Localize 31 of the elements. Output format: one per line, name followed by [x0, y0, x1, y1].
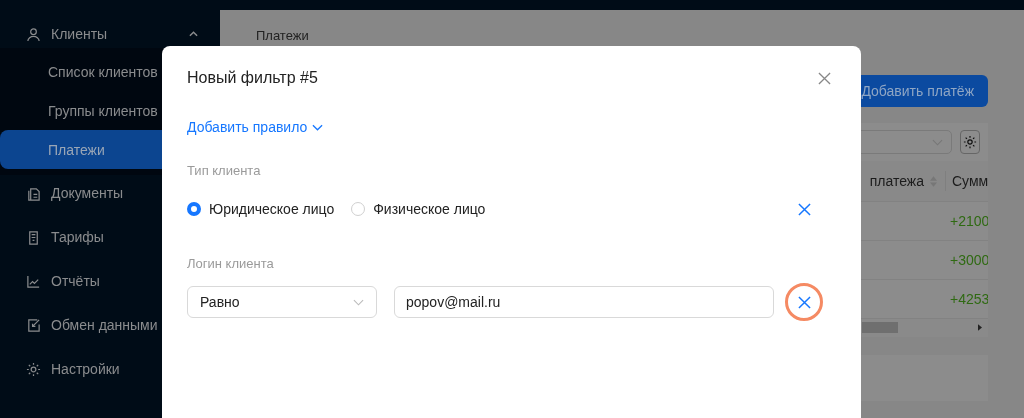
menu-item[interactable]: Тарифы [0, 223, 220, 251]
chevron-icon [353, 298, 364, 306]
table-cell: +3000 [950, 252, 988, 268]
menu-icon [26, 273, 41, 289]
menu-item[interactable]: Клиенты [0, 20, 220, 48]
chevron-icon [312, 123, 324, 131]
menu-icon [26, 26, 41, 42]
menu-icon [26, 185, 41, 201]
scrollbar-thumb[interactable] [862, 322, 898, 333]
value-input[interactable]: popov@mail.ru [394, 286, 774, 318]
close-icon [797, 295, 811, 309]
radio-option[interactable]: Физическое лицо [351, 201, 486, 217]
scroll-right-icon[interactable] [978, 324, 982, 331]
column-header[interactable]: платежа [869, 173, 924, 189]
column-header[interactable]: Сумм [952, 173, 988, 189]
radio-button[interactable] [187, 202, 201, 216]
settings-button[interactable] [960, 130, 980, 154]
chevron-icon [189, 31, 198, 37]
breadcrumb[interactable]: Платежи [256, 28, 988, 43]
menu-icon [26, 361, 41, 377]
close-icon [797, 202, 811, 216]
menu-item[interactable]: Настройки [0, 355, 220, 383]
radio-option[interactable]: Юридическое лицо [187, 201, 335, 217]
close-icon[interactable] [818, 71, 831, 85]
operator-select[interactable]: Равно [187, 286, 377, 318]
menu-icon [26, 317, 41, 333]
table-cell: +4253 [950, 291, 988, 307]
dialog-title: Новый фильтр #5 [187, 69, 318, 87]
menu-icon [26, 229, 41, 245]
table-cell: +2100 [950, 213, 988, 229]
remove-rule-button[interactable] [785, 283, 823, 321]
